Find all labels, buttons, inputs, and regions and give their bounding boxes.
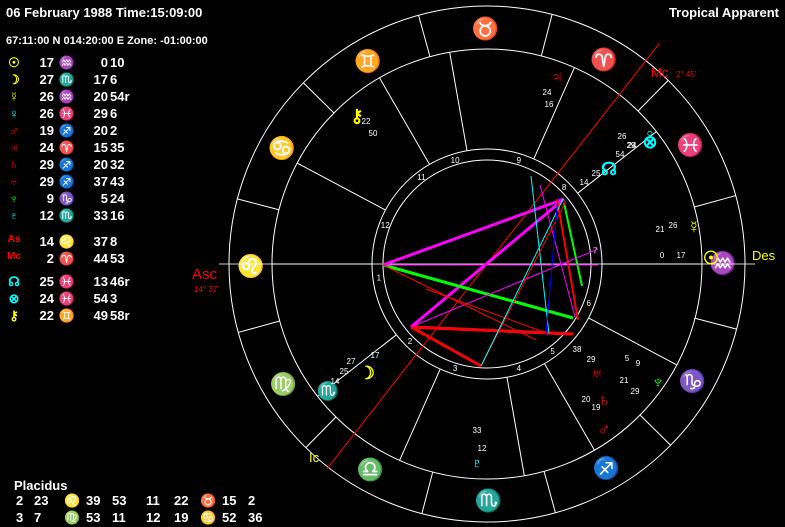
pluto-icon: ♇ [470,453,484,473]
sign-divider [421,471,434,514]
sign-divider [418,15,431,57]
sun-icon: ☉ [703,248,719,268]
taurus-icon: ♉ [472,16,499,41]
asc-degree: 14° 37' [194,285,219,294]
planet-minute: 33 [473,426,482,435]
house-cusp-line [296,162,386,211]
planet-minute: 21 [656,225,665,234]
des-label: Des [752,248,776,263]
asc-label: Asc [192,266,218,283]
sign-divider [238,320,280,333]
leo-icon: ♌ [237,254,264,279]
planet-degree: 26 [618,132,627,141]
house-number: 10 [451,156,460,165]
planet-degree: 25 [592,169,601,178]
aspect-line [410,325,482,368]
house-number: 9 [517,156,522,165]
aspect-line [410,248,599,328]
house-number: 11 [417,173,426,182]
sign-divider [303,82,335,114]
jupiter-icon: ♃ [550,67,564,87]
north-node-icon: ☊ [601,159,617,179]
planet-minute: 50 [369,129,378,138]
house-cusp-line [379,77,430,165]
chart-wheel: ♉♈♓♒♑♐♏♎♍♌♋♊123 456789101112Asc14° 37'Des… [192,5,776,523]
planet-degree: 9 [636,359,641,368]
house-number: 4 [517,364,522,373]
house-cusp-line [449,52,468,151]
planet-degree: 24 [628,141,637,150]
uranus-icon: ♅ [590,363,604,383]
cancer-icon: ♋ [268,135,295,160]
planet-degree: 26 [669,221,678,230]
planet-minute: 21 [620,376,629,385]
sign-divider [305,416,337,448]
planet-minute: 14 [580,178,589,187]
planet-minute: 17 [371,351,380,360]
neptune-icon: ♆ [651,372,665,392]
planet-minute: 54 [616,150,625,159]
house-number: 8 [562,183,567,192]
planet-minute: 38 [573,345,582,354]
mercury-icon: ☿ [687,217,701,237]
planet-degree: 24 [543,88,552,97]
planet-minute: 14 [331,377,340,386]
sign-divider [637,80,669,112]
gemini-icon: ♊ [354,48,381,73]
planet-degree: 17 [677,251,686,260]
scorpio-icon: ♏ [475,488,502,513]
sign-divider [237,198,280,211]
house-number: 12 [381,221,390,230]
sign-divider [694,195,736,208]
planet-degree: 19 [592,403,601,412]
ic-label: Ic [309,450,320,465]
mc-degree: 2° 45' [676,70,697,79]
planet-minute: 20 [582,395,591,404]
planet-degree: 27 [347,357,356,366]
sign-divider [639,414,671,446]
house-cusp-line [399,368,441,461]
mars-icon: ♂ [597,419,611,439]
sagittarius-icon: ♐ [593,456,620,481]
libra-icon: ♎ [357,457,384,482]
pisces-icon: ♓ [677,133,704,158]
planet-minute: 16 [545,100,554,109]
planet-minute: 5 [625,354,630,363]
house-number: 1 [377,273,382,282]
house-number: 3 [453,364,458,373]
capricorn-icon: ♑ [678,369,705,394]
planet-degree: 25 [340,367,349,376]
planet-minute: 0 [660,251,665,260]
aries-icon: ♈ [590,47,617,72]
chart-window: { "header": { "date_time": "06 February … [0,0,785,527]
house-cusp-line [588,317,678,366]
moon-icon: ☽ [359,363,375,383]
mc-label: Mc [651,65,669,80]
house-number: 5 [550,347,555,356]
house-number: 6 [587,299,592,308]
part-of-fortune-icon: ⊗ [642,132,657,152]
sign-divider [540,14,553,57]
planet-degree: 29 [587,355,596,364]
planet-degree: 12 [478,444,487,453]
house-cusp-line [544,363,595,451]
sign-divider [694,317,737,330]
sign-divider [543,471,556,513]
house-cusp-line [506,377,525,476]
planet-degree: 22 [362,117,371,126]
planet-degree: 29 [631,387,640,396]
house-number: 2 [408,337,413,346]
virgo-icon: ♍ [270,371,297,396]
